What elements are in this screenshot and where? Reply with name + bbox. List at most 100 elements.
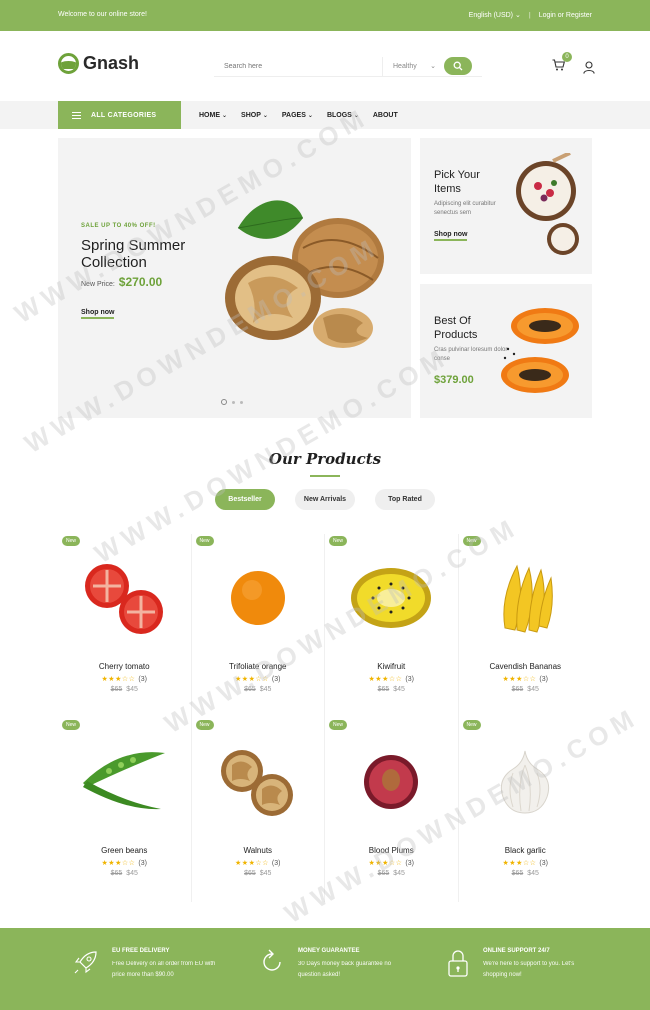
product-card[interactable]: New Blood Plums ★★★☆☆ (3) $65 $45: [325, 718, 459, 902]
current-price: $45: [259, 686, 272, 693]
product-prices: $65 $45: [192, 686, 325, 693]
rating-count: (3): [405, 676, 414, 683]
product-card[interactable]: New Kiwifruit ★★★☆☆ (3) $65 $45: [325, 534, 459, 718]
product-name[interactable]: Cherry tomato: [58, 662, 191, 671]
rating-count: (3): [539, 676, 548, 683]
product-rating: ★★★☆☆ (3): [325, 859, 458, 867]
product-prices: $65 $45: [459, 686, 593, 693]
currency-label: English (USD): [468, 12, 514, 19]
product-image[interactable]: [459, 548, 593, 648]
product-name[interactable]: Kiwifruit: [325, 662, 458, 671]
product-grid: New Cherry tomato ★★★☆☆ (3) $65 $45 New Tr…: [58, 534, 592, 902]
product-card[interactable]: New Trifoliate orange ★★★☆☆ (3) $65 $45: [192, 534, 325, 718]
chevron-down-icon: ⌄: [307, 112, 313, 119]
main-nav: ALL CATEGORIES HOME ⌄ SHOP ⌄ PAGES ⌄ BLOGS ⌄…: [0, 101, 650, 129]
product-name[interactable]: Trifoliate orange: [192, 662, 325, 671]
product-image[interactable]: [325, 732, 458, 832]
rating-count: (3): [271, 676, 281, 683]
feature-money-guarantee: MONEY GUARANTEE 30 Days money back guara…: [258, 948, 413, 981]
product-prices: $65 $45: [325, 686, 458, 693]
logo-text: Gnash: [83, 53, 140, 73]
rating-count: (3): [138, 676, 147, 683]
promo-banner-pick-items: Pick Your Items Adipiscing elit curabitu…: [420, 138, 592, 274]
new-badge: New: [195, 720, 214, 730]
banana-image: [503, 564, 554, 633]
product-image[interactable]: [192, 732, 325, 832]
nav-item-pages[interactable]: PAGES ⌄: [282, 112, 313, 119]
rating-count: (3): [271, 860, 281, 867]
product-name[interactable]: Cavendish Bananas: [459, 662, 593, 671]
new-badge: New: [462, 536, 481, 546]
feature-free-delivery: EU FREE DELIVERY Free Delivery on all or…: [72, 948, 227, 981]
currency-selector[interactable]: English (USD) ⌄: [469, 11, 521, 19]
current-price: $45: [393, 686, 405, 693]
divider: |: [528, 11, 531, 19]
new-badge: New: [62, 720, 81, 730]
tab-bestseller[interactable]: Bestseller: [215, 489, 275, 510]
refresh-icon: [263, 949, 281, 971]
product-image[interactable]: [459, 732, 593, 832]
promo-price: $379.00: [434, 374, 474, 386]
nav-item-blogs[interactable]: BLOGS ⌄: [327, 112, 359, 119]
hero-title: Spring Summer Collection: [81, 237, 186, 271]
logo[interactable]: Gnash: [58, 53, 139, 74]
slider-dot[interactable]: [240, 400, 243, 404]
chevron-down-icon: ⌄: [430, 62, 436, 70]
login-register-link[interactable]: Login or Register: [539, 12, 592, 19]
section-title-underline: [310, 475, 340, 477]
rating-count: (3): [138, 860, 147, 867]
star-icons: ★★★☆☆: [101, 860, 136, 867]
coconut-image: [516, 153, 579, 255]
product-name[interactable]: Black garlic: [459, 846, 593, 855]
slider-dot[interactable]: [232, 400, 235, 404]
product-card[interactable]: New Walnuts ★★★☆☆ (3) $65 $45: [192, 718, 325, 902]
star-icons: ★★★☆☆: [502, 860, 537, 867]
product-card[interactable]: New Green beans ★★★☆☆ (3) $65 $45: [58, 718, 192, 902]
product-rating: ★★★☆☆ (3): [58, 859, 191, 867]
hero-shop-now-link[interactable]: Shop now: [81, 309, 115, 319]
hero-price-value: $270.00: [118, 275, 163, 289]
new-badge: New: [462, 720, 481, 730]
nav-item-shop[interactable]: SHOP ⌄: [241, 112, 268, 119]
tab-new-arrivals[interactable]: New Arrivals: [295, 489, 355, 510]
product-image[interactable]: [58, 732, 191, 832]
product-image[interactable]: [325, 548, 458, 648]
all-categories-button[interactable]: ALL CATEGORIES: [58, 101, 181, 129]
promo-banner-best-products: Best Of Products Cras pulvinar loresum d…: [420, 284, 592, 418]
product-name[interactable]: Walnuts: [192, 846, 325, 855]
feature-description: Free Delivery on all order from EU with …: [112, 961, 216, 978]
new-badge: New: [329, 536, 348, 546]
section-title: Our Products: [268, 450, 382, 468]
product-image[interactable]: [58, 548, 191, 648]
header-actions: 0: [552, 52, 595, 76]
nav-item-about[interactable]: ABOUT: [373, 112, 398, 119]
search-button[interactable]: [444, 57, 472, 75]
kiwifruit-image: [351, 568, 432, 628]
search-category-select[interactable]: Healthy ⌄: [382, 56, 444, 76]
product-name[interactable]: Blood Plums: [325, 846, 458, 855]
star-icons: ★★★☆☆: [368, 860, 403, 867]
product-name[interactable]: Green beans: [58, 846, 191, 855]
current-price: $45: [527, 870, 539, 877]
product-card[interactable]: New Cherry tomato ★★★☆☆ (3) $65 $45: [58, 534, 192, 718]
cart-button[interactable]: 0: [552, 52, 572, 76]
nav-item-label: SHOP: [241, 111, 261, 119]
search-input[interactable]: [214, 56, 382, 76]
welcome-text: Welcome to our online store!: [58, 11, 147, 18]
nav-item-label: BLOGS: [326, 111, 352, 119]
tab-top-rated[interactable]: Top Rated: [375, 489, 435, 510]
product-image[interactable]: [192, 548, 325, 648]
product-rating: ★★★☆☆ (3): [459, 859, 593, 867]
current-price: $45: [259, 870, 272, 877]
promo-shop-now-link[interactable]: Shop now: [434, 231, 468, 241]
product-rating: ★★★☆☆ (3): [325, 675, 458, 683]
cart-count-badge: 0: [562, 52, 572, 62]
product-card[interactable]: New Cavendish Bananas ★★★☆☆ (3) $65 $45: [459, 534, 593, 718]
star-icons: ★★★☆☆: [101, 676, 136, 683]
nav-item-home[interactable]: HOME ⌄: [199, 112, 227, 119]
promo-description: Adipiscing elit curabitur senectus sem: [434, 201, 496, 216]
user-icon[interactable]: [583, 60, 595, 74]
slider-dot[interactable]: [221, 399, 227, 405]
old-price: $65: [377, 870, 390, 877]
product-card[interactable]: New Black garlic ★★★☆☆ (3) $65 $45: [459, 718, 593, 902]
